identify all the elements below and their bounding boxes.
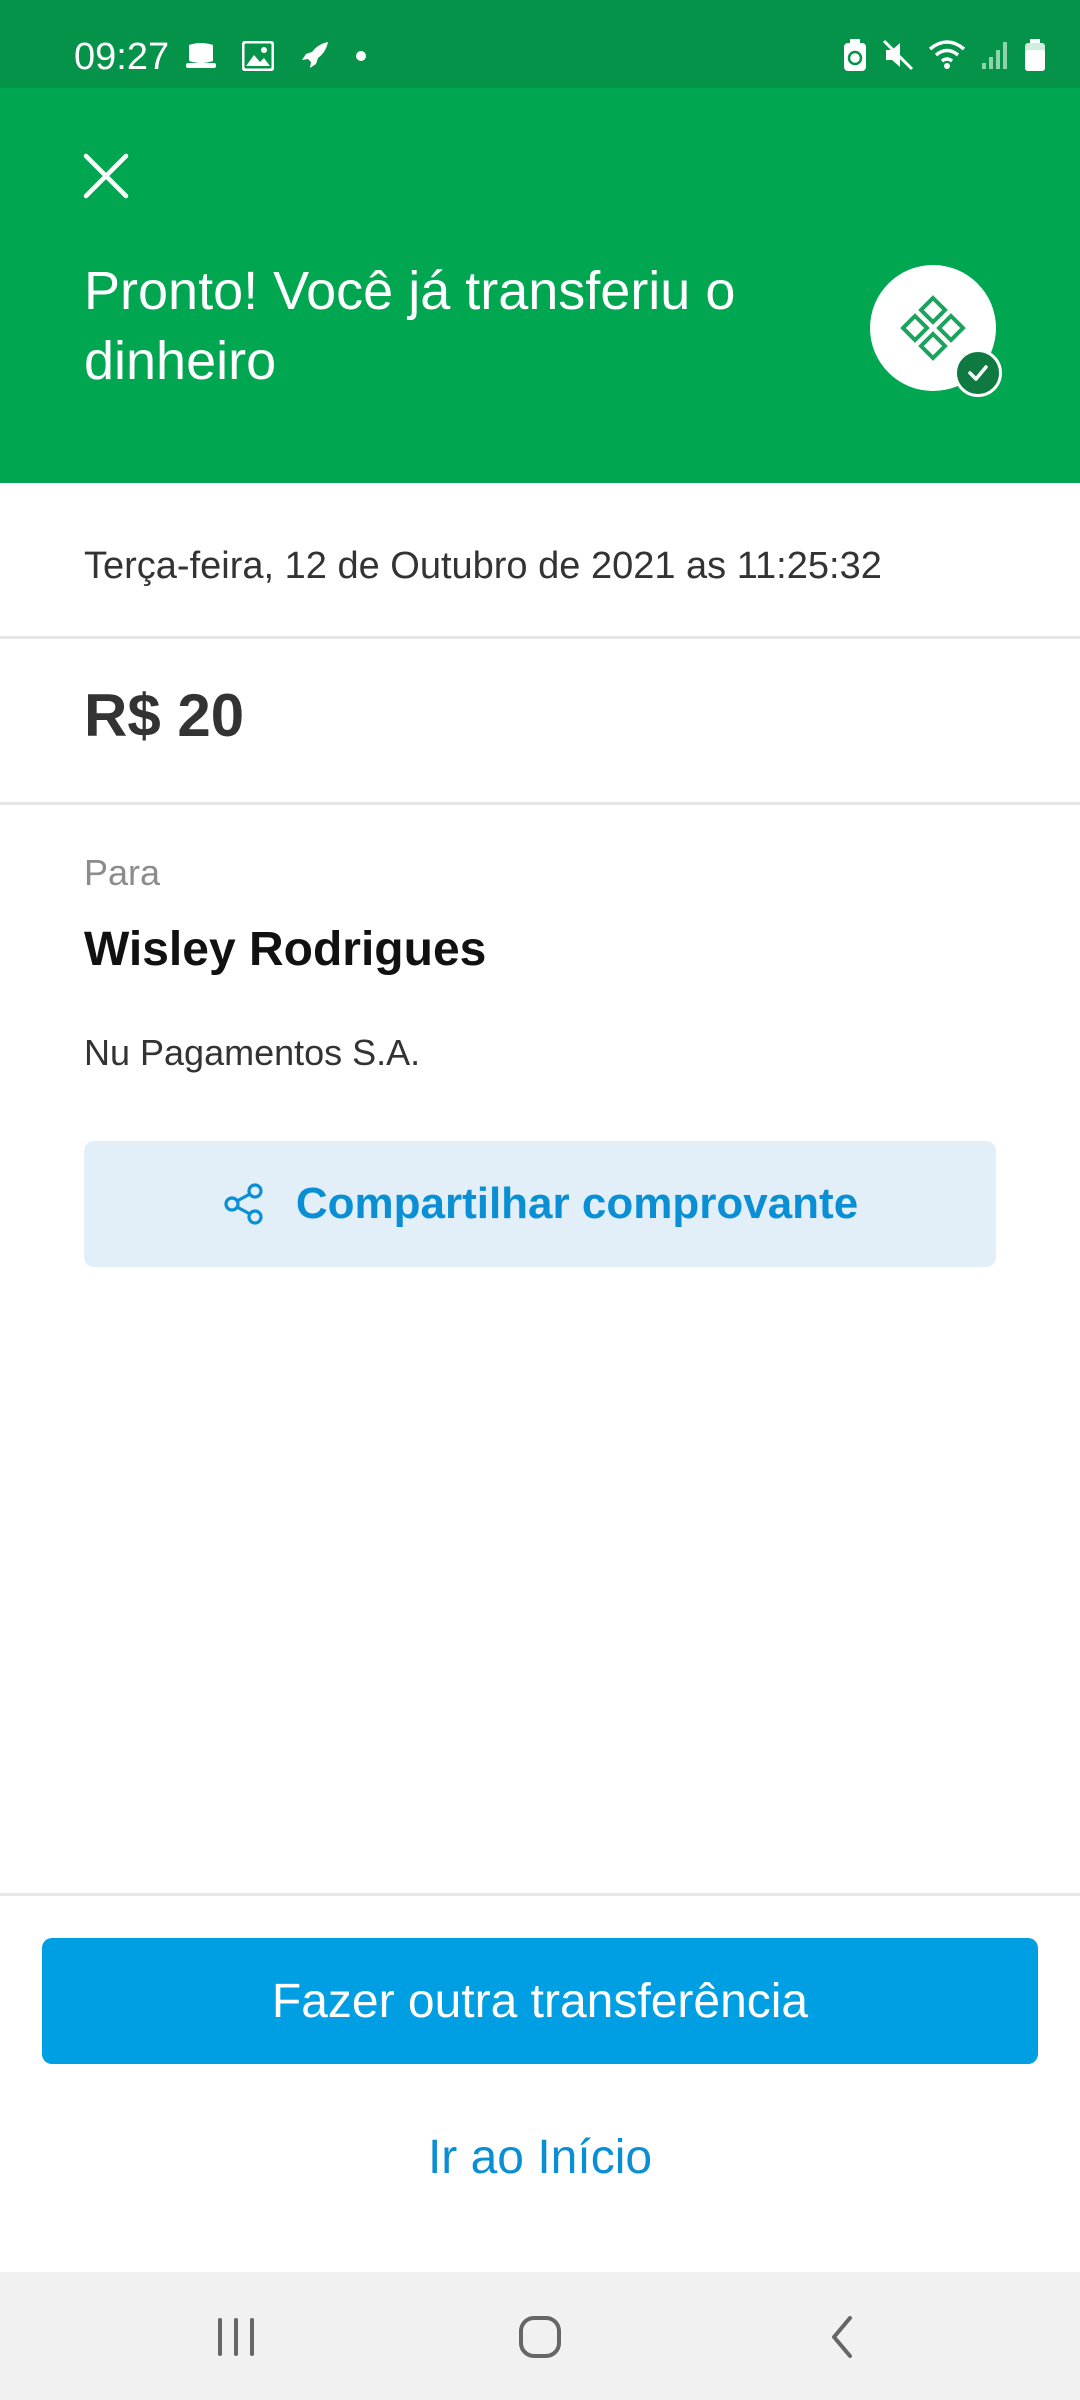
- success-header: Pronto! Você já transferiu o dinheiro: [0, 88, 1080, 483]
- home-icon: [519, 2316, 561, 2358]
- recipient-name: Wisley Rodrigues: [84, 923, 487, 976]
- back-icon: [832, 2316, 852, 2358]
- signal-icon: [982, 42, 1007, 69]
- rocket-icon: [302, 42, 328, 68]
- success-badge: [954, 349, 1002, 397]
- transfer-amount-row: R$ 20: [0, 639, 1080, 805]
- share-receipt-label: Compartilhar comprovante: [295, 1179, 859, 1228]
- back-button[interactable]: [812, 2312, 872, 2362]
- system-nav-bar: [0, 2272, 1080, 2400]
- status-system-icons: [842, 38, 1046, 72]
- recent-apps-icon: [218, 2318, 254, 2356]
- recent-apps-button[interactable]: [206, 2312, 266, 2362]
- home-button[interactable]: [510, 2312, 570, 2362]
- status-time: 09:27: [74, 36, 170, 78]
- hat-notification-icon: [186, 43, 216, 68]
- mute-icon: [882, 39, 914, 71]
- close-icon: [83, 153, 129, 199]
- go-home-link[interactable]: Ir ao Início: [0, 2130, 1080, 2185]
- page-title: Pronto! Você já transferiu o dinheiro: [84, 261, 736, 391]
- image-icon: [242, 41, 274, 71]
- share-receipt-button[interactable]: Compartilhar comprovante: [84, 1141, 996, 1267]
- wifi-icon: [928, 40, 966, 69]
- share-icon: [224, 1183, 263, 1225]
- battery-saver-icon: [844, 39, 866, 71]
- dot-icon: [356, 51, 366, 61]
- recipient-label: Para: [84, 852, 161, 893]
- transfer-amount: R$ 20: [84, 682, 245, 749]
- bottom-divider: [0, 1893, 1080, 1896]
- check-icon: [968, 365, 988, 381]
- close-button[interactable]: [78, 148, 134, 204]
- status-bar: 09:27: [0, 0, 1080, 88]
- recipient-bank: Nu Pagamentos S.A.: [84, 1032, 421, 1073]
- new-transfer-label: Fazer outra transferência: [271, 1974, 809, 2028]
- battery-icon: [1025, 39, 1045, 71]
- status-notification-icons: [184, 40, 366, 72]
- new-transfer-button[interactable]: Fazer outra transferência: [42, 1938, 1038, 2064]
- transfer-date: Terça-feira, 12 de Outubro de 2021 as 11…: [84, 545, 882, 587]
- transfer-date-row: Terça-feira, 12 de Outubro de 2021 as 11…: [0, 483, 1080, 639]
- pix-logo-icon: [900, 295, 966, 361]
